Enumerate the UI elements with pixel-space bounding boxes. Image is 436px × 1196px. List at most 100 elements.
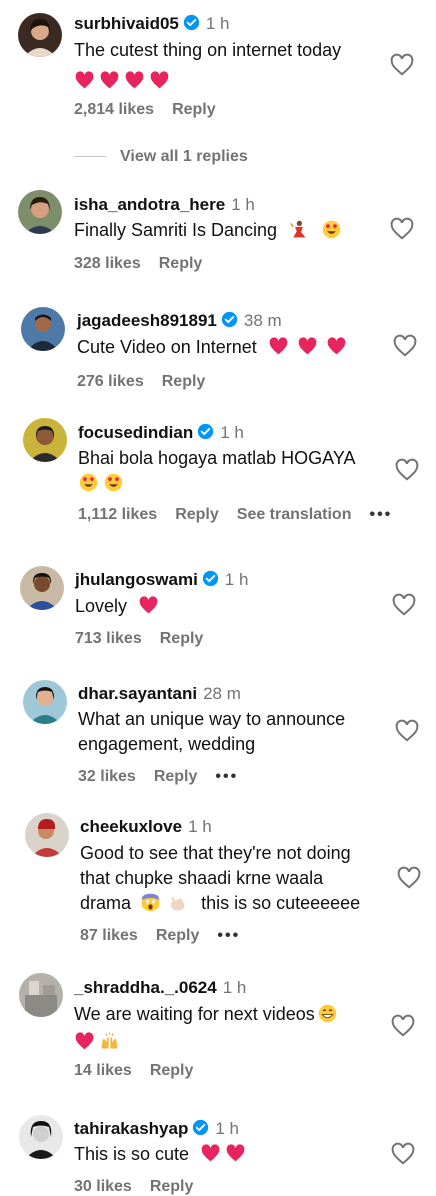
username[interactable]: focusedindian bbox=[78, 423, 193, 442]
likes-count[interactable]: 713 likes bbox=[75, 630, 142, 647]
comment-actions: 2,814 likes Reply bbox=[74, 101, 234, 119]
reply-button[interactable]: Reply bbox=[159, 255, 203, 272]
avatar[interactable] bbox=[23, 418, 67, 462]
more-options-icon[interactable]: ••• bbox=[369, 506, 392, 523]
heart-emoji-icon bbox=[201, 1144, 220, 1162]
screaming-face-emoji-icon bbox=[141, 893, 160, 912]
reply-button[interactable]: Reply bbox=[156, 927, 200, 944]
comment-actions: 30 likes Reply bbox=[74, 1178, 211, 1196]
see-translation-button[interactable]: See translation bbox=[237, 506, 352, 523]
view-replies-button[interactable]: View all 1 replies bbox=[74, 148, 248, 166]
likes-count[interactable]: 32 likes bbox=[78, 768, 136, 785]
likes-count[interactable]: 328 likes bbox=[74, 255, 141, 272]
comment-header: cheekuxlove 1 h bbox=[80, 817, 212, 837]
likes-count[interactable]: 276 likes bbox=[77, 373, 144, 390]
username[interactable]: jagadeesh891891 bbox=[77, 311, 217, 330]
avatar[interactable] bbox=[19, 973, 63, 1017]
comment-text: Lovely bbox=[75, 594, 375, 619]
verified-icon bbox=[202, 570, 218, 587]
comment-header: jhulangoswami 1 h bbox=[75, 570, 248, 590]
verified-icon bbox=[183, 14, 200, 31]
comment-text: Finally Samriti Is Dancing bbox=[74, 218, 384, 243]
likes-count[interactable]: 2,814 likes bbox=[74, 101, 154, 118]
divider bbox=[74, 156, 106, 158]
username[interactable]: dhar.sayantani bbox=[78, 684, 197, 703]
timestamp: 28 m bbox=[203, 684, 241, 703]
timestamp: 1 h bbox=[231, 195, 255, 214]
comment-header: isha_andotra_here 1 h bbox=[74, 195, 255, 215]
like-heart-icon[interactable] bbox=[396, 865, 422, 891]
comment-text: Cute Video on Internet bbox=[77, 335, 387, 360]
like-heart-icon[interactable] bbox=[394, 457, 420, 483]
comment-actions: 713 likes Reply bbox=[75, 630, 221, 648]
likes-count[interactable]: 1,112 likes bbox=[78, 506, 157, 523]
more-options-icon[interactable]: ••• bbox=[217, 927, 240, 944]
avatar[interactable] bbox=[18, 190, 62, 234]
heart-eyes-emoji-icon bbox=[322, 220, 341, 239]
comment-actions: 1,112 likes Reply See translation ••• bbox=[78, 506, 410, 524]
comment-actions: 328 likes Reply bbox=[74, 255, 220, 273]
like-heart-icon[interactable] bbox=[394, 718, 420, 744]
dancer-emoji-icon bbox=[290, 220, 306, 238]
username[interactable]: tahirakashyap bbox=[74, 1119, 188, 1138]
comment-header: surbhivaid05 1 h bbox=[74, 14, 230, 34]
heart-emoji-icon bbox=[226, 1144, 245, 1162]
waving-hand-emoji-icon bbox=[170, 896, 185, 911]
username[interactable]: surbhivaid05 bbox=[74, 14, 179, 33]
comment-actions: 14 likes Reply bbox=[74, 1062, 211, 1080]
heart-emoji-icon bbox=[125, 71, 144, 89]
like-heart-icon[interactable] bbox=[389, 52, 415, 78]
likes-count[interactable]: 30 likes bbox=[74, 1178, 132, 1195]
like-heart-icon[interactable] bbox=[389, 216, 415, 242]
timestamp: 1 h bbox=[222, 978, 247, 997]
timestamp: 1 h bbox=[215, 1119, 239, 1138]
comment-actions: 276 likes Reply bbox=[77, 373, 223, 391]
reply-button[interactable]: Reply bbox=[150, 1178, 194, 1195]
avatar[interactable] bbox=[23, 680, 67, 724]
avatar[interactable] bbox=[25, 813, 69, 857]
username[interactable]: jhulangoswami bbox=[75, 570, 198, 589]
timestamp: 1 h bbox=[220, 423, 244, 442]
raised-hands-emoji-icon bbox=[101, 1032, 118, 1049]
avatar[interactable] bbox=[21, 307, 65, 351]
avatar[interactable] bbox=[20, 566, 64, 610]
reply-button[interactable]: Reply bbox=[160, 630, 204, 647]
comment-text: What an unique way to announce engagemen… bbox=[78, 709, 346, 754]
more-options-icon[interactable]: ••• bbox=[215, 768, 238, 785]
comment-header: focusedindian 1 h bbox=[78, 423, 244, 443]
avatar[interactable] bbox=[18, 13, 62, 57]
likes-count[interactable]: 14 likes bbox=[74, 1062, 132, 1079]
timestamp: 1 h bbox=[205, 14, 230, 33]
verified-icon bbox=[193, 1119, 209, 1136]
username[interactable]: isha_andotra_here bbox=[74, 195, 225, 214]
timestamp: 38 m bbox=[243, 311, 282, 330]
comment-text: This is so cute bbox=[74, 1142, 374, 1167]
reply-button[interactable]: Reply bbox=[175, 506, 219, 523]
timestamp: 1 h bbox=[224, 570, 249, 589]
reply-button[interactable]: Reply bbox=[154, 768, 198, 785]
reply-button[interactable]: Reply bbox=[162, 373, 206, 390]
heart-emoji-icon bbox=[150, 71, 169, 89]
username[interactable]: cheekuxlove bbox=[80, 817, 182, 836]
comment-text: Bhai bola hogaya matlab HOGAYA bbox=[78, 446, 388, 496]
grinning-face-emoji-icon bbox=[318, 1004, 337, 1023]
avatar[interactable] bbox=[19, 1115, 63, 1159]
username[interactable]: _shraddha._.0624 bbox=[74, 978, 217, 997]
timestamp: 1 h bbox=[188, 817, 212, 836]
heart-emoji-icon bbox=[327, 337, 346, 355]
comment-header: dhar.sayantani 28 m bbox=[78, 684, 241, 704]
reply-button[interactable]: Reply bbox=[172, 101, 216, 118]
like-heart-icon[interactable] bbox=[392, 333, 418, 359]
heart-emoji-icon bbox=[269, 337, 288, 355]
like-heart-icon[interactable] bbox=[390, 1141, 416, 1167]
comment-header: tahirakashyap 1 h bbox=[74, 1119, 239, 1139]
verified-icon bbox=[221, 311, 238, 328]
like-heart-icon[interactable] bbox=[391, 592, 417, 618]
heart-eyes-emoji-icon bbox=[79, 473, 98, 492]
comment-header: _shraddha._.0624 1 h bbox=[74, 978, 246, 998]
like-heart-icon[interactable] bbox=[390, 1013, 416, 1039]
comment-text: The cutest thing on internet today bbox=[74, 38, 374, 94]
heart-emoji-icon bbox=[100, 71, 119, 89]
reply-button[interactable]: Reply bbox=[150, 1062, 194, 1079]
likes-count[interactable]: 87 likes bbox=[80, 927, 138, 944]
